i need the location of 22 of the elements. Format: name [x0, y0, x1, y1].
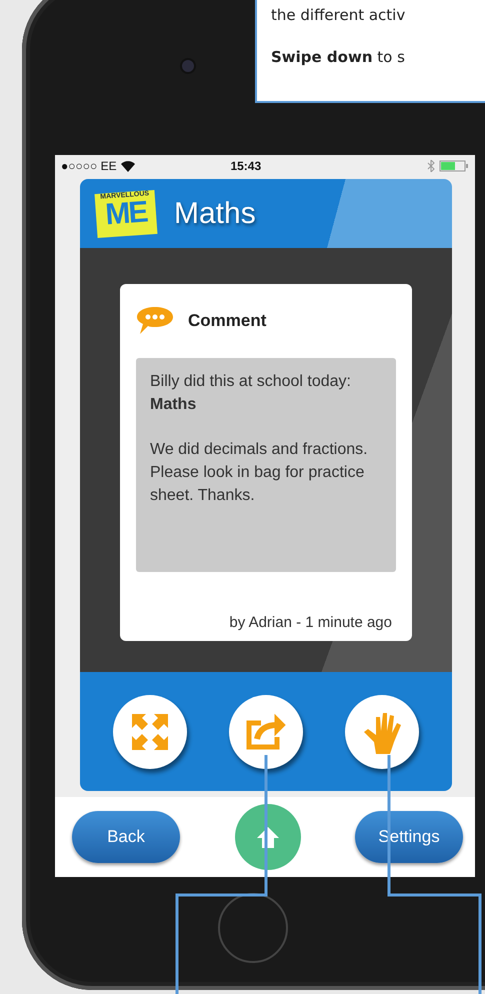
page-title: Maths [174, 196, 256, 230]
settings-button[interactable]: Settings [355, 811, 463, 863]
home-icon [256, 825, 280, 849]
card-type-label: Comment [188, 310, 266, 330]
callout-text: Swipe down to s [271, 48, 406, 66]
share-button[interactable] [229, 694, 303, 768]
expand-arrows-icon [130, 712, 170, 752]
battery-icon [439, 160, 469, 172]
expand-button[interactable] [113, 694, 187, 768]
callout-text: the different activ [271, 6, 406, 24]
byline-text: by Adrian - 1 minute ago [228, 614, 393, 630]
wifi-icon [120, 160, 135, 172]
high-five-button[interactable] [345, 694, 419, 768]
carrier-signal: ●○○○○ EE [61, 159, 117, 173]
speech-bubble-icon [136, 306, 174, 336]
message-text: Billy did this at school today: Maths [150, 372, 352, 414]
message-text: We did decimals and fractions. Please look in bag for practice sheet. Thanks. [150, 440, 369, 506]
clock-time: 15:43 [229, 159, 262, 173]
bluetooth-icon [427, 160, 435, 172]
share-arrow-icon [245, 712, 287, 750]
camera-lens [180, 58, 196, 74]
back-button[interactable]: Back [72, 811, 180, 863]
